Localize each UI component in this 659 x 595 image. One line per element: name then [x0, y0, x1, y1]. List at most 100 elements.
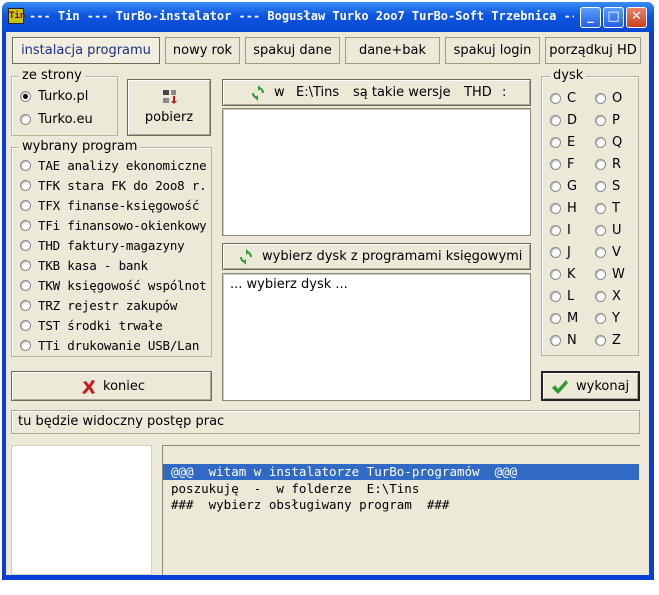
disk-label-x[interactable]: X — [612, 289, 621, 305]
radio-program-tfi[interactable] — [20, 220, 31, 231]
radio-turko-pl[interactable] — [20, 91, 31, 102]
radio-program-tkw[interactable] — [20, 280, 31, 291]
disk-label-c[interactable]: C — [567, 91, 576, 107]
disk-label-d[interactable]: D — [567, 113, 577, 129]
program-label-tfi[interactable]: TFi finansowo-okienkowy — [38, 218, 207, 234]
versions-text: są takie wersje — [353, 85, 451, 100]
radio-program-tti[interactable] — [20, 340, 31, 351]
radio-disk-r[interactable] — [595, 159, 606, 170]
log-line[interactable]: poszukuję - w folderze E:\Tins — [163, 481, 639, 497]
tab-spakuj-dane[interactable]: spakuj dane — [245, 37, 340, 64]
radio-program-tfx[interactable] — [20, 200, 31, 211]
radio-disk-t[interactable] — [595, 203, 606, 214]
log-line[interactable]: @@@ witam w instalatorze TurBo-programów… — [163, 464, 639, 480]
program-label-tfx[interactable]: TFX finanse-księgowość — [38, 198, 199, 214]
radio-disk-c[interactable] — [550, 93, 561, 104]
check-icon — [552, 380, 568, 394]
radio-disk-w[interactable] — [595, 269, 606, 280]
disk-label-h[interactable]: H — [567, 201, 577, 217]
disk-label-n[interactable]: N — [567, 333, 577, 349]
execute-button[interactable]: wykonaj — [541, 371, 640, 401]
disk-label-r[interactable]: R — [612, 157, 621, 173]
radio-disk-u[interactable] — [595, 225, 606, 236]
disk-label-t[interactable]: T — [612, 201, 620, 217]
progress-text: tu będzie widoczny postęp prac — [18, 414, 225, 429]
radio-disk-e[interactable] — [550, 137, 561, 148]
radio-disk-f[interactable] — [550, 159, 561, 170]
disk-list[interactable]: ... wybierz dysk ... — [222, 273, 531, 401]
close-button[interactable]: ✕ — [626, 7, 647, 28]
tab-spakuj-login[interactable]: spakuj login — [445, 37, 540, 64]
radio-program-thd[interactable] — [20, 240, 31, 251]
radio-program-tkb[interactable] — [20, 260, 31, 271]
radio-disk-k[interactable] — [550, 269, 561, 280]
radio-disk-q[interactable] — [595, 137, 606, 148]
log-line[interactable]: ### wybierz obsługiwany program ### — [163, 497, 639, 513]
disk-label-m[interactable]: M — [567, 311, 578, 327]
radio-label-turko-eu[interactable]: Turko.eu — [38, 112, 93, 128]
disk-label-k[interactable]: K — [567, 267, 576, 283]
tab-porzadkuj-hd[interactable]: porządkuj HD — [545, 37, 641, 64]
download-button[interactable]: pobierz — [127, 79, 211, 136]
disk-list-placeholder: ... wybierz dysk ... — [230, 277, 348, 292]
radio-disk-g[interactable] — [550, 181, 561, 192]
radio-program-tae[interactable] — [20, 160, 31, 171]
end-button[interactable]: koniec — [11, 371, 212, 401]
radio-disk-n[interactable] — [550, 335, 561, 346]
disk-label-z[interactable]: Z — [612, 333, 621, 349]
versions-button[interactable]: w E:\Tins są takie wersje THD : — [222, 79, 531, 106]
radio-disk-s[interactable] — [595, 181, 606, 192]
tab-nowy-rok[interactable]: nowy rok — [165, 37, 240, 64]
program-label-tst[interactable]: TST środki trwałe — [38, 318, 163, 334]
program-legend: wybrany program — [19, 140, 141, 154]
radio-disk-p[interactable] — [595, 115, 606, 126]
radio-disk-m[interactable] — [550, 313, 561, 324]
radio-disk-y[interactable] — [595, 313, 606, 324]
select-disk-button[interactable]: wybierz dysk z programami księgowymi — [222, 243, 531, 270]
disk-label-j[interactable]: J — [567, 245, 571, 261]
disk-label-g[interactable]: G — [567, 179, 577, 195]
radio-program-tfk[interactable] — [20, 180, 31, 191]
program-label-thd[interactable]: THD faktury-magazyny — [38, 238, 185, 254]
versions-list[interactable] — [222, 108, 531, 236]
disk-label-e[interactable]: E — [567, 135, 575, 151]
program-label-tkw[interactable]: TKW księgowość wspólnot — [38, 278, 207, 294]
radio-disk-h[interactable] — [550, 203, 561, 214]
radio-disk-i[interactable] — [550, 225, 561, 236]
radio-disk-z[interactable] — [595, 335, 606, 346]
disk-label-i[interactable]: I — [567, 223, 571, 239]
program-label-trz[interactable]: TRZ rejestr zakupów — [38, 298, 177, 314]
radio-program-tst[interactable] — [20, 320, 31, 331]
radio-disk-l[interactable] — [550, 291, 561, 302]
program-label-tti[interactable]: TTi drukowanie USB/Lan — [38, 338, 199, 354]
app-icon[interactable]: Tin — [8, 8, 25, 24]
radio-program-trz[interactable] — [20, 300, 31, 311]
program-label-tae[interactable]: TAE analizy ekonomiczne — [38, 158, 207, 174]
minimize-button[interactable]: _ — [580, 7, 601, 28]
disk-label-w[interactable]: W — [612, 267, 625, 283]
tab-instalacja-programu[interactable]: instalacja programu — [12, 37, 160, 64]
program-label-tkb[interactable]: TKB kasa - bank — [38, 258, 148, 274]
radio-disk-o[interactable] — [595, 93, 606, 104]
maximize-button[interactable]: □ — [603, 7, 624, 28]
end-label: koniec — [103, 379, 146, 394]
radio-disk-x[interactable] — [595, 291, 606, 302]
program-label-tfk[interactable]: TFK stara FK do 2oo8 r. — [38, 178, 207, 194]
radio-disk-d[interactable] — [550, 115, 561, 126]
radio-turko-eu[interactable] — [20, 114, 31, 125]
tab-dane-bak[interactable]: dane+bak — [345, 37, 440, 64]
disk-label-q[interactable]: Q — [612, 135, 622, 151]
disk-label-y[interactable]: Y — [612, 311, 620, 327]
disk-label-l[interactable]: L — [567, 289, 574, 305]
disk-label-p[interactable]: P — [612, 113, 620, 129]
disk-label-f[interactable]: F — [567, 157, 574, 173]
disk-label-o[interactable]: O — [612, 91, 622, 107]
radio-disk-v[interactable] — [595, 247, 606, 258]
radio-label-turko-pl[interactable]: Turko.pl — [38, 89, 88, 105]
execute-label: wykonaj — [576, 379, 630, 394]
download-label: pobierz — [144, 110, 194, 125]
disk-label-s[interactable]: S — [612, 179, 620, 195]
disk-label-u[interactable]: U — [612, 223, 622, 239]
disk-label-v[interactable]: V — [612, 245, 621, 261]
radio-disk-j[interactable] — [550, 247, 561, 258]
